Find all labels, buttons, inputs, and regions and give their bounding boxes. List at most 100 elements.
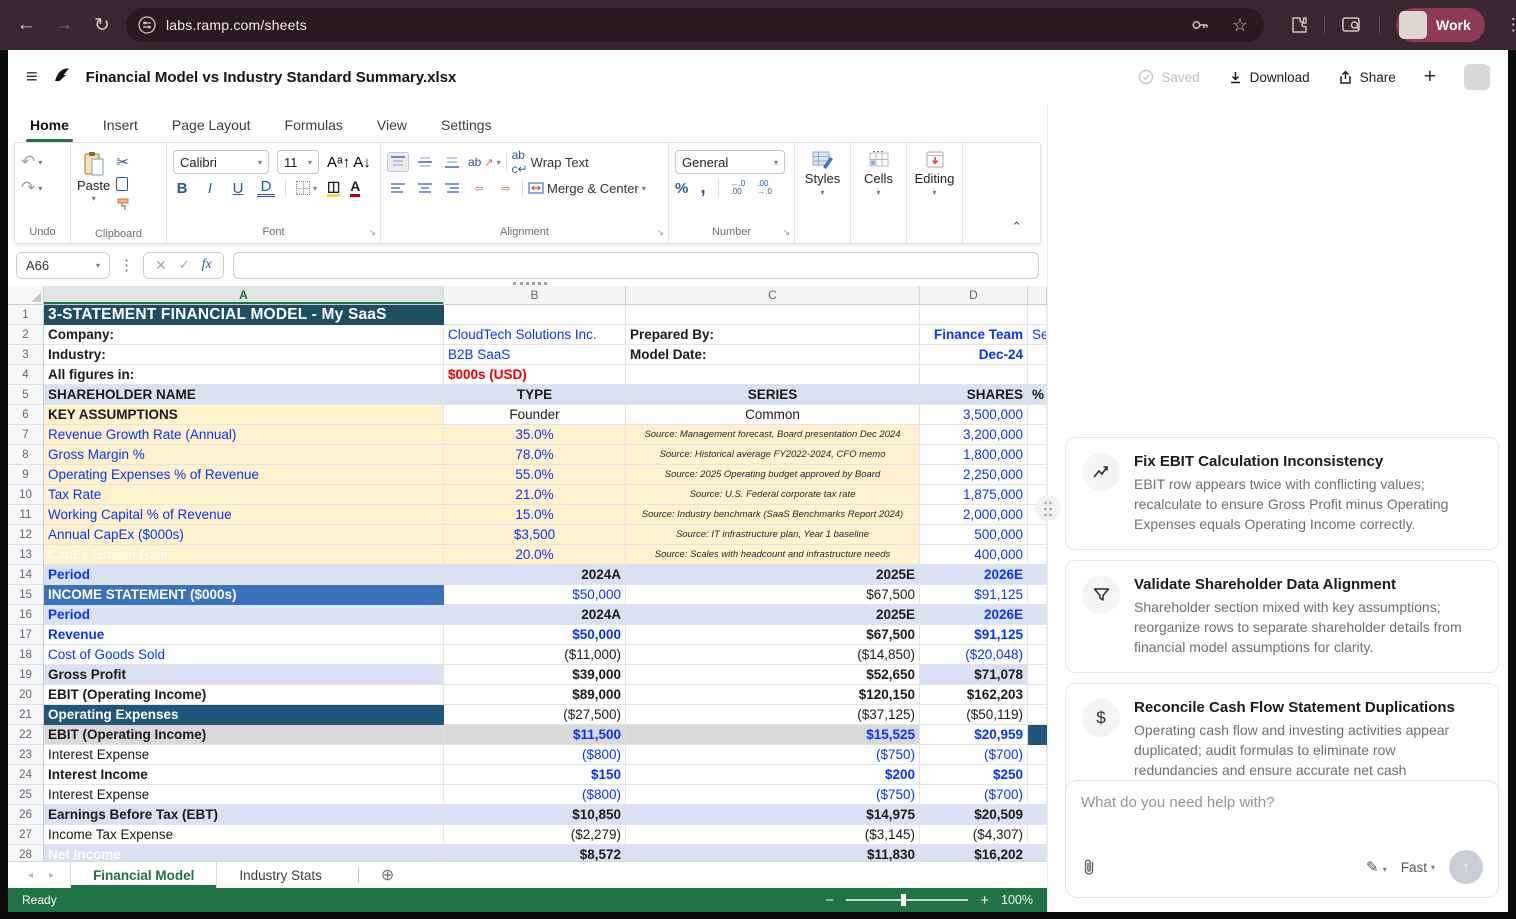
cell[interactable]: $150 bbox=[444, 765, 626, 785]
cell[interactable]: ($20,048) bbox=[920, 645, 1028, 665]
cell[interactable]: EBIT (Operating Income) bbox=[44, 725, 444, 745]
row-header[interactable]: 6 bbox=[8, 405, 44, 425]
align-middle-button[interactable] bbox=[414, 152, 436, 172]
increase-decimal-button[interactable]: .00→.0 bbox=[757, 180, 772, 196]
cell[interactable]: TYPE bbox=[444, 385, 626, 405]
cells-button[interactable]: Cells▾ bbox=[864, 149, 893, 197]
cell[interactable]: Net Income bbox=[44, 845, 444, 861]
cell[interactable]: ($700) bbox=[920, 745, 1028, 765]
cell[interactable]: Model Date: bbox=[626, 345, 920, 365]
bold-button[interactable]: B bbox=[173, 180, 191, 197]
cell[interactable]: $200 bbox=[626, 765, 920, 785]
sheet-tab-financial-model[interactable]: Financial Model bbox=[70, 862, 217, 888]
font-dialog-launcher-icon[interactable]: ↘ bbox=[368, 227, 376, 238]
confirm-entry-icon[interactable]: ✓ bbox=[179, 257, 190, 273]
row-header[interactable]: 5 bbox=[8, 385, 44, 405]
cell[interactable]: 2026E bbox=[920, 565, 1028, 585]
browser-menu-icon[interactable]: ⋮ bbox=[1501, 15, 1516, 35]
cell[interactable]: SHARES bbox=[920, 385, 1028, 405]
cell[interactable]: EBIT (Operating Income) bbox=[44, 685, 444, 705]
cell[interactable]: $14,975 bbox=[626, 805, 920, 825]
cell[interactable]: $10,850 bbox=[444, 805, 626, 825]
tab-view[interactable]: View bbox=[377, 117, 407, 142]
row-header[interactable]: 20 bbox=[8, 685, 44, 705]
percent-style-button[interactable]: % bbox=[675, 180, 688, 197]
cell[interactable] bbox=[1028, 645, 1047, 665]
user-avatar[interactable] bbox=[1464, 64, 1490, 90]
reload-icon[interactable]: ↻ bbox=[88, 14, 116, 37]
tab-insert[interactable]: Insert bbox=[103, 117, 138, 142]
align-center-button[interactable] bbox=[414, 178, 436, 198]
attach-icon[interactable] bbox=[1081, 858, 1097, 876]
cell[interactable]: Prepared By: bbox=[626, 325, 920, 345]
suggestion-card-ebit[interactable]: Fix EBIT Calculation Inconsistency EBIT … bbox=[1065, 437, 1499, 550]
panel-drag-handle[interactable] bbox=[1035, 495, 1061, 521]
cell[interactable]: $39,000 bbox=[444, 665, 626, 685]
cell[interactable]: 2,250,000 bbox=[920, 465, 1028, 485]
chat-input[interactable] bbox=[1081, 794, 1483, 811]
styles-button[interactable]: Styles▾ bbox=[805, 149, 840, 197]
decrease-decimal-button[interactable]: ←.0.00 bbox=[731, 180, 746, 196]
row-header[interactable]: 10 bbox=[8, 485, 44, 505]
cell[interactable]: ($3,145) bbox=[626, 825, 920, 845]
editing-button[interactable]: Editing▾ bbox=[915, 149, 955, 197]
sheet-next-icon[interactable]: ▸ bbox=[49, 870, 54, 881]
alignment-dialog-launcher-icon[interactable]: ↘ bbox=[656, 227, 664, 238]
cell[interactable]: Dec-24 bbox=[920, 345, 1028, 365]
cell[interactable]: 2025E bbox=[626, 605, 920, 625]
column-header-partial[interactable] bbox=[1028, 286, 1047, 305]
cell[interactable]: Revenue Growth Rate (Annual) bbox=[44, 425, 444, 445]
cell[interactable] bbox=[1028, 685, 1047, 705]
cell[interactable]: Founder bbox=[444, 405, 626, 425]
cell[interactable] bbox=[1028, 725, 1047, 745]
cell[interactable]: $15,525 bbox=[626, 725, 920, 745]
cell[interactable]: ($800) bbox=[444, 785, 626, 805]
cell[interactable] bbox=[1028, 545, 1047, 565]
column-resize-handle[interactable] bbox=[513, 282, 547, 285]
cell[interactable]: Source: U.S. Federal corporate tax rate bbox=[626, 485, 920, 505]
zoom-slider-thumb[interactable] bbox=[901, 894, 906, 906]
cell[interactable] bbox=[626, 305, 920, 325]
cell[interactable]: Gross Margin % bbox=[44, 445, 444, 465]
cell[interactable] bbox=[1028, 705, 1047, 725]
grow-font-button[interactable]: Aᵃ↑ bbox=[327, 154, 345, 171]
share-button[interactable]: Share bbox=[1338, 70, 1396, 85]
cell[interactable]: $000s (USD) bbox=[444, 365, 626, 385]
row-header[interactable]: 23 bbox=[8, 745, 44, 765]
decrease-indent-button[interactable]: ⇦ bbox=[468, 178, 490, 198]
cell[interactable]: Revenue bbox=[44, 625, 444, 645]
cell[interactable]: ($14,850) bbox=[626, 645, 920, 665]
comma-style-button[interactable]: , bbox=[700, 177, 705, 199]
row-header[interactable]: 13 bbox=[8, 545, 44, 565]
cell[interactable]: Period bbox=[44, 565, 444, 585]
cell[interactable]: Operating Expenses bbox=[44, 705, 444, 725]
row-header[interactable]: 25 bbox=[8, 785, 44, 805]
cell[interactable]: $91,125 bbox=[920, 625, 1028, 645]
cell[interactable]: CapEx Growth Rate bbox=[44, 545, 444, 565]
zoom-out-button[interactable]: − bbox=[825, 892, 834, 909]
cell[interactable]: Cost of Goods Sold bbox=[44, 645, 444, 665]
cell[interactable]: ($800) bbox=[444, 745, 626, 765]
cell[interactable]: $162,203 bbox=[920, 685, 1028, 705]
send-button[interactable]: ↑ bbox=[1449, 850, 1483, 884]
cell[interactable]: $3,500 bbox=[444, 525, 626, 545]
tab-formulas[interactable]: Formulas bbox=[285, 117, 343, 142]
cell[interactable]: $120,150 bbox=[626, 685, 920, 705]
cell[interactable]: SHAREHOLDER NAME bbox=[44, 385, 444, 405]
cell[interactable]: Source: Industry benchmark (SaaS Benchma… bbox=[626, 505, 920, 525]
redo-button[interactable]: ↷▾ bbox=[21, 175, 64, 201]
cell[interactable]: INCOME STATEMENT ($000s) bbox=[44, 585, 444, 605]
cell[interactable]: ($2,279) bbox=[444, 825, 626, 845]
grid[interactable]: ABCD13-STATEMENT FINANCIAL MODEL - My Sa… bbox=[8, 286, 1047, 861]
cell[interactable] bbox=[1028, 365, 1047, 385]
number-format-select[interactable]: General▾ bbox=[675, 150, 785, 174]
bookmark-star-icon[interactable]: ☆ bbox=[1232, 15, 1248, 36]
new-document-button[interactable]: + bbox=[1424, 65, 1436, 89]
cell[interactable]: $11,500 bbox=[444, 725, 626, 745]
cell[interactable]: Tax Rate bbox=[44, 485, 444, 505]
passwords-key-icon[interactable] bbox=[1190, 15, 1210, 35]
cell[interactable]: $50,000 bbox=[444, 625, 626, 645]
row-header[interactable]: 19 bbox=[8, 665, 44, 685]
cell[interactable]: Earnings Before Tax (EBT) bbox=[44, 805, 444, 825]
cell[interactable]: ($37,125) bbox=[626, 705, 920, 725]
